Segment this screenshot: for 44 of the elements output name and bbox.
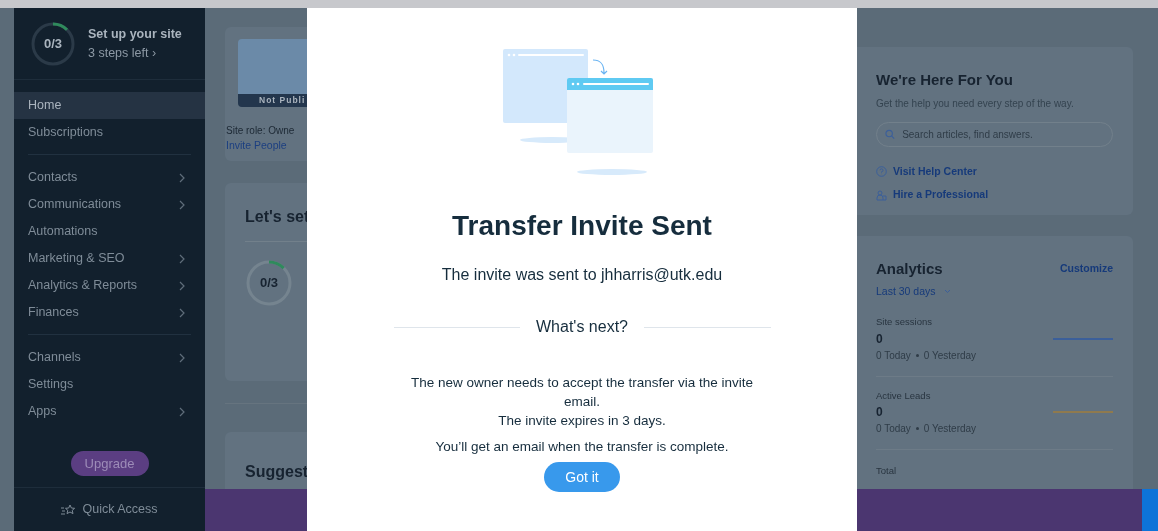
site-preview (238, 39, 307, 94)
card-title: We're Here For You (876, 70, 1014, 90)
metric-name: Total (876, 463, 898, 478)
dialog-paragraph: The new owner needs to accept the transfer via the invite email. (409, 374, 755, 411)
sidebar-item[interactable]: Home (14, 92, 205, 119)
site-role: Site role: Owne (226, 124, 295, 138)
sparkle-star-icon (61, 503, 77, 516)
sidebar-item[interactable]: Communications (14, 191, 205, 218)
metric-value: 0 (876, 403, 884, 421)
edge-panel (1142, 489, 1158, 531)
metric-name: Site sessions (876, 315, 933, 330)
progress-count: 0/3 (43, 34, 63, 53)
sidebar-item[interactable]: Analytics & Reports (14, 272, 205, 299)
help-icon (876, 165, 887, 177)
progress-ring-icon (30, 20, 76, 67)
progress-count: 0/3 (259, 274, 279, 293)
steps-left-link[interactable]: 3 steps left › (88, 43, 182, 63)
dialog-message: The invite was sent to jhharris@utk.edu (441, 265, 723, 285)
status-label: Not Publi (238, 94, 307, 107)
sidebar-item[interactable]: Finances (14, 299, 205, 326)
dialog-title: Transfer Invite Sent (452, 209, 712, 243)
search-icon (885, 128, 896, 140)
setup-title: Set up your site (88, 25, 182, 43)
metric-value: 0 (876, 330, 884, 348)
sidebar-item[interactable]: Marketing & SEO (14, 245, 205, 272)
dialog-paragraph: The invite expires in 3 days. (498, 412, 666, 430)
sidebar-item[interactable]: Automations (14, 218, 205, 245)
card-title: Suggest (245, 463, 309, 480)
got-it-button[interactable]: Got it (544, 462, 620, 492)
metric-name: Active Leads (876, 388, 932, 403)
bullet-icon (915, 426, 919, 430)
bullet-icon (915, 353, 919, 357)
progress-ring-icon (245, 259, 293, 307)
sidebar-item[interactable]: Channels (14, 344, 205, 371)
person-icon (876, 189, 887, 201)
sidebar-item[interactable]: Subscriptions (14, 119, 205, 146)
card-title: Analytics (876, 259, 943, 279)
chevron-down-icon (943, 288, 951, 294)
upgrade-button[interactable]: Upgrade (70, 451, 149, 476)
sidebar-item[interactable]: Apps (14, 398, 205, 425)
sidebar-item[interactable]: Settings (14, 371, 205, 398)
sidebar-item[interactable]: Contacts (14, 164, 205, 191)
dialog-paragraph: You’ll get an email when the transfer is complete. (435, 438, 729, 456)
section-heading: What's next? (536, 317, 628, 337)
